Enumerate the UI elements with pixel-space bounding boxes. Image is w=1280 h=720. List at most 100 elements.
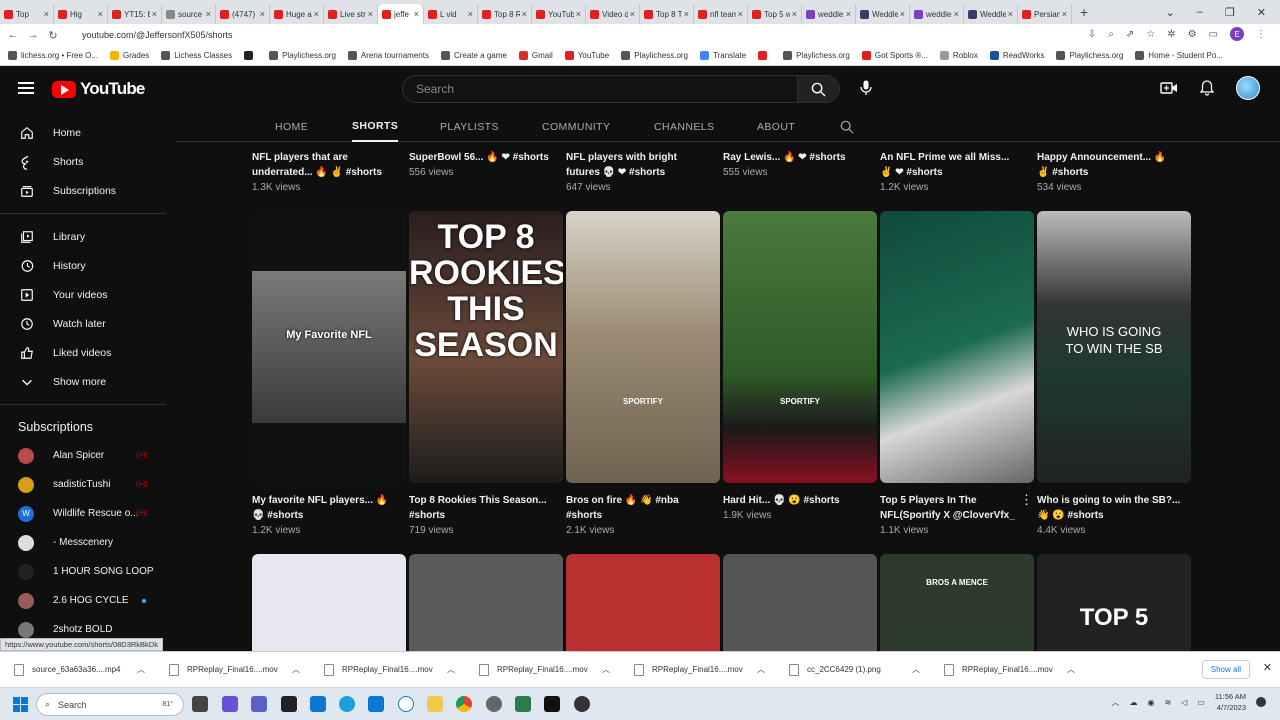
xbox-icon[interactable]: [281, 696, 297, 712]
short-title-line2[interactable]: 💀 #shorts: [252, 508, 402, 523]
short-title[interactable]: Top 8 Rookies This Season...: [409, 493, 559, 508]
search-button[interactable]: [797, 76, 839, 102]
subscription-item[interactable]: sadisticTushi ((•)): [0, 470, 166, 499]
hamburger-menu-icon[interactable]: [18, 82, 34, 94]
tab-close-icon[interactable]: ×: [684, 9, 689, 19]
download-item[interactable]: source_63a63a36....mp4 ︿: [0, 663, 155, 676]
share-icon[interactable]: ⇗: [1126, 29, 1134, 40]
tab-close-icon[interactable]: ×: [900, 9, 905, 19]
short-title-line2[interactable]: ✌ ❤ #shorts: [880, 165, 1030, 180]
volume-icon[interactable]: ◁: [1181, 698, 1187, 707]
browser-tab[interactable]: source ×: [162, 4, 216, 24]
account-avatar[interactable]: [1236, 76, 1260, 100]
teams-icon[interactable]: [251, 696, 267, 712]
bookmark-item[interactable]: Got Sports ®...: [861, 51, 928, 60]
notification-center-icon[interactable]: [1256, 697, 1266, 707]
sidebar-item-shorts[interactable]: Shorts: [0, 147, 166, 176]
bookmark-item[interactable]: Roblox: [939, 51, 978, 60]
tab-close-icon[interactable]: ×: [846, 9, 851, 19]
forward-icon[interactable]: →: [26, 29, 40, 41]
tab-about[interactable]: ABOUT: [757, 112, 795, 142]
close-window-icon[interactable]: ✕: [1257, 6, 1266, 19]
browser-tab[interactable]: Live stre×: [324, 4, 378, 24]
short-thumbnail[interactable]: My Favorite NFL: [252, 211, 406, 483]
reload-icon[interactable]: ↻: [46, 29, 60, 42]
browser-tab[interactable]: Huge a ×: [270, 4, 324, 24]
bookmark-item[interactable]: Lichess Classes: [161, 51, 232, 60]
short-title-line2[interactable]: ✌ #shorts: [1037, 165, 1187, 180]
short-thumbnail[interactable]: SPORTIFY: [566, 211, 720, 483]
bookmark-item[interactable]: Home - Student Po...: [1135, 51, 1223, 60]
store-icon[interactable]: [368, 696, 384, 712]
tab-close-icon[interactable]: ×: [522, 9, 527, 19]
microphone-icon[interactable]: [856, 77, 876, 99]
subscription-item[interactable]: 2.6 HOG CYCLE: [0, 586, 166, 615]
short-title[interactable]: NFL players with bright: [566, 150, 716, 165]
browser-tab[interactable]: weddle ×: [910, 4, 964, 24]
tab-close-icon[interactable]: ×: [260, 9, 265, 19]
bookmark-item[interactable]: lichess.org • Free O...: [8, 51, 98, 60]
browser-tab[interactable]: Hig ×: [54, 4, 108, 24]
bookmark-item[interactable]: Playlichess.org: [783, 51, 850, 60]
youtube-logo[interactable]: YouTube: [52, 79, 145, 99]
url-text[interactable]: youtube.com/@JeffersonfX505/shorts: [82, 30, 233, 40]
tray-chevron-icon[interactable]: ︿: [1111, 697, 1119, 708]
bookmark-item[interactable]: Arena tournaments: [347, 51, 429, 60]
bookmark-item[interactable]: Translate: [700, 51, 746, 60]
tab-close-icon[interactable]: ×: [44, 9, 49, 19]
settings-icon[interactable]: [486, 696, 502, 712]
webcam-icon[interactable]: ◉: [1147, 698, 1154, 707]
short-thumbnail[interactable]: TOP 8 ROOKIES THIS SEASON: [409, 211, 563, 483]
chrome-icon[interactable]: [456, 696, 472, 712]
browser-tab[interactable]: Weddle ×: [964, 4, 1018, 24]
short-title-line2[interactable]: 👋 😮 #shorts: [1037, 508, 1187, 523]
bookmark-item[interactable]: Grades: [110, 51, 149, 60]
short-title[interactable]: SuperBowl 56... 🔥 ❤ #shorts: [409, 150, 559, 165]
show-all-downloads-button[interactable]: Show all: [1201, 660, 1250, 679]
bookmark-item[interactable]: Create a game: [440, 51, 507, 60]
short-title[interactable]: An NFL Prime we all Miss...: [880, 150, 1030, 165]
cloud-icon[interactable]: ☁: [1129, 698, 1137, 707]
browser-tab[interactable]: Top 8 T ×: [640, 4, 694, 24]
short-title[interactable]: Ray Lewis... 🔥 ❤ #shorts: [723, 150, 873, 165]
bookmark-star-icon[interactable]: ☆: [1146, 29, 1155, 40]
menu-dots-icon[interactable]: ⋮: [1256, 29, 1266, 40]
tab-close-icon[interactable]: ×: [738, 9, 743, 19]
tab-close-icon[interactable]: ×: [468, 9, 473, 19]
short-title-line2[interactable]: NFL(Sportify X @CloverVfx_: [880, 508, 1030, 523]
short-thumbnail[interactable]: [252, 554, 406, 651]
bookmark-item[interactable]: Playlichess.org: [1056, 51, 1123, 60]
battery-icon[interactable]: ▭: [1197, 698, 1205, 707]
browser-tab[interactable]: YT15: E×: [108, 4, 162, 24]
tab-close-icon[interactable]: ×: [954, 9, 959, 19]
tab-close-icon[interactable]: ×: [414, 9, 419, 19]
mail-icon[interactable]: [310, 696, 326, 712]
browser-tab[interactable]: L vid ×: [424, 4, 478, 24]
short-title-line2[interactable]: futures 💀 ❤ #shorts: [566, 165, 716, 180]
calculator-icon[interactable]: [515, 696, 531, 712]
bookmark-item[interactable]: [758, 51, 771, 60]
puzzle-icon[interactable]: ⚙: [1188, 29, 1197, 40]
short-title[interactable]: Top 5 Players In The: [880, 493, 1030, 508]
download-item[interactable]: RPReplay_Final16....mov ︿: [930, 663, 1085, 676]
short-thumbnail[interactable]: WHO IS GOING TO WIN THE SB: [1037, 211, 1191, 483]
tab-shorts[interactable]: SHORTS: [352, 112, 399, 142]
task-view-icon[interactable]: [192, 696, 208, 712]
wifi-icon[interactable]: ≋: [1164, 698, 1171, 707]
file-explorer-icon[interactable]: [427, 696, 443, 712]
tab-channels[interactable]: CHANNELS: [654, 112, 714, 142]
bookmark-item[interactable]: [244, 51, 257, 60]
short-title-line2[interactable]: #shorts: [409, 508, 559, 523]
tab-close-icon[interactable]: ×: [206, 9, 211, 19]
chevron-up-icon[interactable]: ︿: [757, 664, 765, 675]
short-title[interactable]: Bros on fire 🔥 👋 #nba: [566, 493, 716, 508]
browser-tab[interactable]: Persian ×: [1018, 4, 1072, 24]
dell-icon[interactable]: [398, 696, 414, 712]
short-thumbnail[interactable]: TOP 5: [1037, 554, 1191, 651]
short-thumbnail[interactable]: BROS A MENCE: [880, 554, 1034, 651]
short-thumbnail[interactable]: [880, 211, 1034, 483]
zoom-icon[interactable]: ⌕: [1108, 29, 1114, 40]
tab-close-icon[interactable]: ×: [576, 9, 581, 19]
subscription-item[interactable]: - Messcenery: [0, 528, 166, 557]
short-title[interactable]: Happy Announcement... 🔥: [1037, 150, 1187, 165]
